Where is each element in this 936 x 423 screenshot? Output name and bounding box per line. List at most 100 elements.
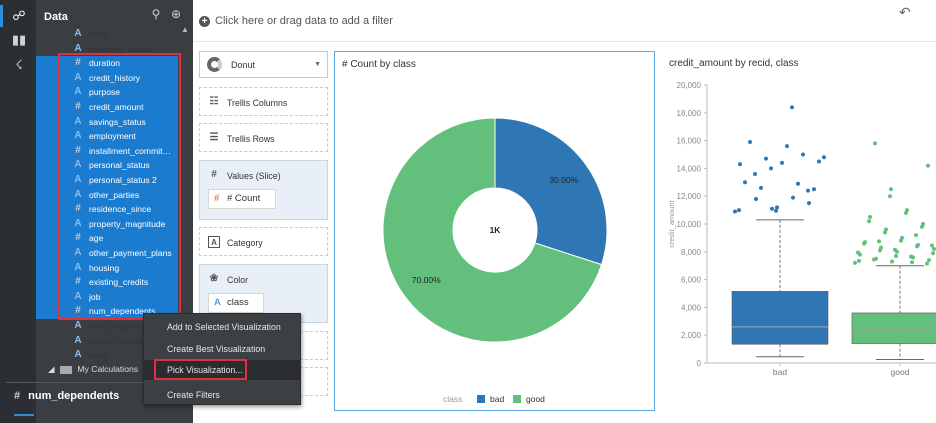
y-tick-label: 16,000	[677, 137, 702, 146]
outlier-point[interactable]	[867, 219, 871, 224]
outlier-point[interactable]	[785, 144, 789, 149]
outlier-point[interactable]	[899, 238, 903, 243]
outlier-point[interactable]	[925, 261, 929, 266]
values-dropzone[interactable]: # Values (Slice) # # Count	[199, 160, 328, 220]
outlier-point[interactable]	[775, 205, 779, 210]
icon-rail: ☍ ▮▮ ☇	[0, 0, 36, 423]
class-pill-label: class	[227, 297, 249, 308]
outlier-point[interactable]	[910, 260, 914, 265]
category-dropzone[interactable]: A Category	[199, 227, 328, 256]
outlier-point[interactable]	[817, 159, 821, 164]
y-tick-label: 14,000	[677, 164, 702, 173]
attribute-icon: A	[74, 28, 82, 39]
outlier-point[interactable]	[769, 166, 773, 171]
add-icon[interactable]: ⊕	[169, 7, 183, 21]
outlier-point[interactable]	[743, 180, 747, 185]
menu-item-create-best-visualization[interactable]: Create Best Visualization	[144, 339, 300, 359]
outlier-point[interactable]	[932, 247, 936, 252]
legend-label-bad[interactable]: bad	[490, 394, 504, 404]
chart-type-dropdown[interactable]: Donut ▼	[199, 51, 328, 78]
y-tick-label: 2,000	[681, 331, 702, 340]
scroll-up-icon[interactable]: ▲	[181, 25, 191, 35]
active-indicator	[0, 5, 3, 27]
outlier-point[interactable]	[774, 208, 778, 213]
outlier-point[interactable]	[791, 195, 795, 200]
donut-chart: 30.00% 70.00% 1K class bad good	[382, 117, 608, 404]
outlier-point[interactable]	[888, 194, 892, 199]
donut-chart-card[interactable]: # Count by class 30.00% 70.00% 1K class bad g…	[334, 51, 655, 411]
count-pill[interactable]: # # Count	[208, 189, 276, 209]
filter-bar[interactable]: + Click here or drag data to add a filte…	[193, 0, 936, 42]
outlier-point[interactable]	[853, 260, 857, 265]
outlier-point[interactable]	[812, 187, 816, 192]
field-item-recid[interactable]: Arecid	[36, 27, 178, 42]
field-label: class	[89, 350, 109, 361]
outlier-point[interactable]	[796, 181, 800, 186]
class-pill[interactable]: Aclass	[208, 293, 264, 313]
filter-placeholder[interactable]: Click here or drag data to add a filter	[215, 15, 393, 27]
outlier-point[interactable]	[904, 210, 908, 215]
visualize-icon[interactable]: ▮▮	[10, 31, 28, 49]
outlier-point[interactable]	[883, 230, 887, 235]
menu-item-add-to-selected-visualization[interactable]: Add to Selected Visualization	[144, 317, 300, 337]
category-label: Category	[227, 238, 263, 248]
menu-item-create-filters[interactable]: Create Filters	[144, 385, 300, 405]
outlier-point[interactable]	[862, 241, 866, 246]
attribute-icon: A	[74, 334, 82, 346]
outlier-point[interactable]	[759, 185, 763, 190]
outlier-point[interactable]	[822, 155, 826, 160]
outlier-point[interactable]	[733, 209, 737, 214]
box-bad[interactable]	[731, 291, 829, 345]
outlier-point[interactable]	[780, 160, 784, 165]
add-filter-icon[interactable]: +	[199, 16, 210, 27]
outlier-point[interactable]	[927, 258, 931, 263]
outlier-point[interactable]	[748, 139, 752, 144]
outlier-point[interactable]	[889, 187, 893, 192]
outlier-point[interactable]	[801, 152, 805, 157]
trellis-rows-dropzone[interactable]: ☰ Trellis Rows	[199, 123, 328, 152]
outlier-point[interactable]	[877, 239, 881, 244]
y-tick-label: 12,000	[677, 192, 702, 201]
box-good[interactable]	[851, 312, 936, 344]
outlier-point[interactable]	[894, 253, 898, 258]
data-icon[interactable]: ☍	[10, 7, 28, 25]
outlier-point[interactable]	[893, 247, 897, 252]
y-tick-label: 8,000	[681, 248, 702, 257]
menu-highlight-box	[154, 359, 247, 380]
outlier-point[interactable]	[914, 233, 918, 238]
analytics-icon[interactable]: ☇	[10, 56, 28, 74]
slice-bad[interactable]	[494, 117, 608, 266]
search-icon[interactable]: ⚲	[149, 7, 163, 21]
outlier-point[interactable]	[738, 162, 742, 167]
outlier-point[interactable]	[753, 171, 757, 176]
trellis-columns-label: Trellis Columns	[227, 98, 288, 108]
outlier-point[interactable]	[764, 156, 768, 161]
outlier-point[interactable]	[790, 105, 794, 110]
outlier-point[interactable]	[857, 258, 861, 263]
outlier-point[interactable]	[806, 188, 810, 193]
trellis-columns-dropzone[interactable]: ☷ Trellis Columns	[199, 87, 328, 116]
outlier-point[interactable]	[920, 224, 924, 229]
outlier-point[interactable]	[754, 196, 758, 201]
outlier-point[interactable]	[807, 201, 811, 206]
outlier-point[interactable]	[856, 250, 860, 255]
outlier-point[interactable]	[926, 163, 930, 168]
outlier-point[interactable]	[873, 141, 877, 146]
donut-icon	[207, 57, 222, 72]
outlier-point[interactable]	[915, 244, 919, 249]
outlier-point[interactable]	[909, 254, 913, 259]
legend-label-good[interactable]: good	[526, 394, 545, 404]
outlier-point[interactable]	[931, 251, 935, 256]
outlier-point[interactable]	[890, 259, 894, 264]
panel-title: Data	[44, 11, 68, 23]
outlier-point[interactable]	[770, 206, 774, 211]
outlier-point[interactable]	[930, 243, 934, 248]
attribute-pill-icon: A	[214, 297, 221, 308]
selected-field-name: num_dependents	[28, 390, 120, 402]
undo-icon[interactable]: ↶	[899, 4, 911, 21]
outlier-point[interactable]	[878, 248, 882, 253]
outlier-point[interactable]	[737, 208, 741, 213]
selection-highlight-box	[58, 53, 181, 320]
outlier-point[interactable]	[872, 257, 876, 262]
outlier-point[interactable]	[868, 215, 872, 220]
